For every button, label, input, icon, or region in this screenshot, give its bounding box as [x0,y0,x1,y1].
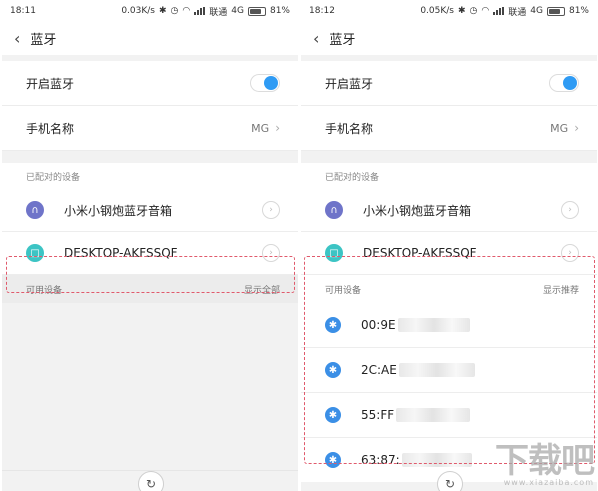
signal-icon [493,7,505,15]
bluetooth-icon: ✱ [325,407,341,423]
device-settings-icon[interactable]: › [561,244,579,262]
paired-devices-header: 已配对的设备 [2,163,298,189]
headphones-icon: ∩ [26,201,44,219]
redacted-blur [397,318,470,333]
network-type: 4G [231,6,244,16]
bluetooth-icon: ✱ [325,362,341,378]
bluetooth-toggle[interactable] [549,74,579,92]
available-devices-header: 可用设备 显示全部 [2,275,298,303]
signal-icon [194,7,206,15]
available-devices-header: 可用设备 显示推荐 [301,275,597,303]
device-name: 小米小钢炮蓝牙音箱 [363,203,472,218]
device-name: 小米小钢炮蓝牙音箱 [64,203,173,218]
wifi-icon: ◠ [481,6,490,16]
battery-percent: 81% [568,6,589,16]
back-icon[interactable]: ‹ [14,30,20,47]
show-all-button[interactable]: 显示全部 [244,283,280,296]
available-devices-label: 可用设备 [26,285,63,296]
paired-device-desktop[interactable]: □ DESKTOP-AKFSSQF › [301,232,597,275]
device-address: 63:87: [361,452,400,467]
title-bar: ‹ 蓝牙 [301,22,597,55]
redacted-blur [401,453,472,468]
bluetooth-icon: ✱ [325,452,341,468]
phone-name-value: MG [550,121,569,135]
network-speed: 0.03K/s [121,6,155,16]
redacted-blur [398,363,475,378]
status-bar: 18:11 0.03K/s ✱ ◷ ◠ 联通 4G 81% [2,0,298,22]
paired-devices-header: 已配对的设备 [301,163,597,189]
show-recommended-button[interactable]: 显示推荐 [543,283,579,296]
device-address: 55:FF [361,407,395,422]
watermark: 下载吧 www.xiazaiba.com [495,441,595,487]
device-name: DESKTOP-AKFSSQF [64,246,178,260]
bluetooth-toggle-row[interactable]: 开启蓝牙 [2,61,298,106]
refresh-button[interactable]: ↻ [138,471,164,491]
title-bar: ‹ 蓝牙 [2,22,298,55]
battery-icon [247,6,266,16]
desktop-icon: □ [325,244,343,262]
headphones-icon: ∩ [325,201,343,219]
phone-name-row[interactable]: 手机名称 MG › [301,106,597,151]
available-device[interactable]: ✱ 2C:AE [301,348,597,393]
left-screenshot: 18:11 0.03K/s ✱ ◷ ◠ 联通 4G 81% ‹ 蓝牙 开启蓝牙 … [2,0,298,491]
carrier-name: 联通 [508,7,527,18]
wifi-icon: ◠ [182,6,191,16]
battery-percent: 81% [269,6,290,16]
network-type: 4G [530,6,543,16]
bluetooth-toggle-row[interactable]: 开启蓝牙 [301,61,597,106]
network-speed: 0.05K/s [420,6,454,16]
available-devices-label: 可用设备 [325,285,362,296]
chevron-right-icon: › [275,121,280,135]
paired-device-desktop[interactable]: □ DESKTOP-AKFSSQF › [2,232,298,275]
alarm-icon: ◷ [469,6,478,16]
desktop-icon: □ [26,244,44,262]
right-screenshot: 18:12 0.05K/s ✱ ◷ ◠ 联通 4G 81% ‹ 蓝牙 开启蓝牙 … [301,0,597,491]
device-address: 2C:AE [361,362,397,377]
carrier-name: 联通 [209,7,228,18]
paired-device-speaker[interactable]: ∩ 小米小钢炮蓝牙音箱 › [301,189,597,232]
page-title: 蓝牙 [30,33,57,48]
refresh-icon: ↻ [444,477,456,491]
device-settings-icon[interactable]: › [262,244,280,262]
bluetooth-toggle-label: 开启蓝牙 [26,76,75,91]
device-settings-icon[interactable]: › [561,201,579,219]
battery-icon [546,6,565,16]
refresh-icon: ↻ [145,477,157,491]
watermark-logo: 下载吧 [495,441,595,481]
redacted-blur [396,408,471,423]
page-title: 蓝牙 [329,33,356,48]
status-bar: 18:12 0.05K/s ✱ ◷ ◠ 联通 4G 81% [301,0,597,22]
watermark-url: www.xiazaiba.com [503,478,594,487]
device-settings-icon[interactable]: › [262,201,280,219]
device-name: DESKTOP-AKFSSQF [363,246,477,260]
back-icon[interactable]: ‹ [313,30,319,47]
chevron-right-icon: › [574,121,579,135]
alarm-icon: ◷ [170,6,179,16]
bluetooth-status-icon: ✱ [159,6,167,16]
bluetooth-icon: ✱ [325,317,341,333]
refresh-button[interactable]: ↻ [437,471,463,491]
bluetooth-toggle-label: 开启蓝牙 [325,76,374,91]
bluetooth-toggle[interactable] [250,74,280,92]
available-device[interactable]: ✱ 00:9E [301,303,597,348]
status-time: 18:12 [309,6,335,16]
paired-device-speaker[interactable]: ∩ 小米小钢炮蓝牙音箱 › [2,189,298,232]
bluetooth-status-icon: ✱ [458,6,466,16]
phone-name-label: 手机名称 [26,121,75,136]
phone-name-value: MG [251,121,270,135]
status-time: 18:11 [10,6,36,16]
device-address: 00:9E [361,317,396,332]
phone-name-row[interactable]: 手机名称 MG › [2,106,298,151]
available-device[interactable]: ✱ 55:FF [301,393,597,438]
phone-name-label: 手机名称 [325,121,374,136]
